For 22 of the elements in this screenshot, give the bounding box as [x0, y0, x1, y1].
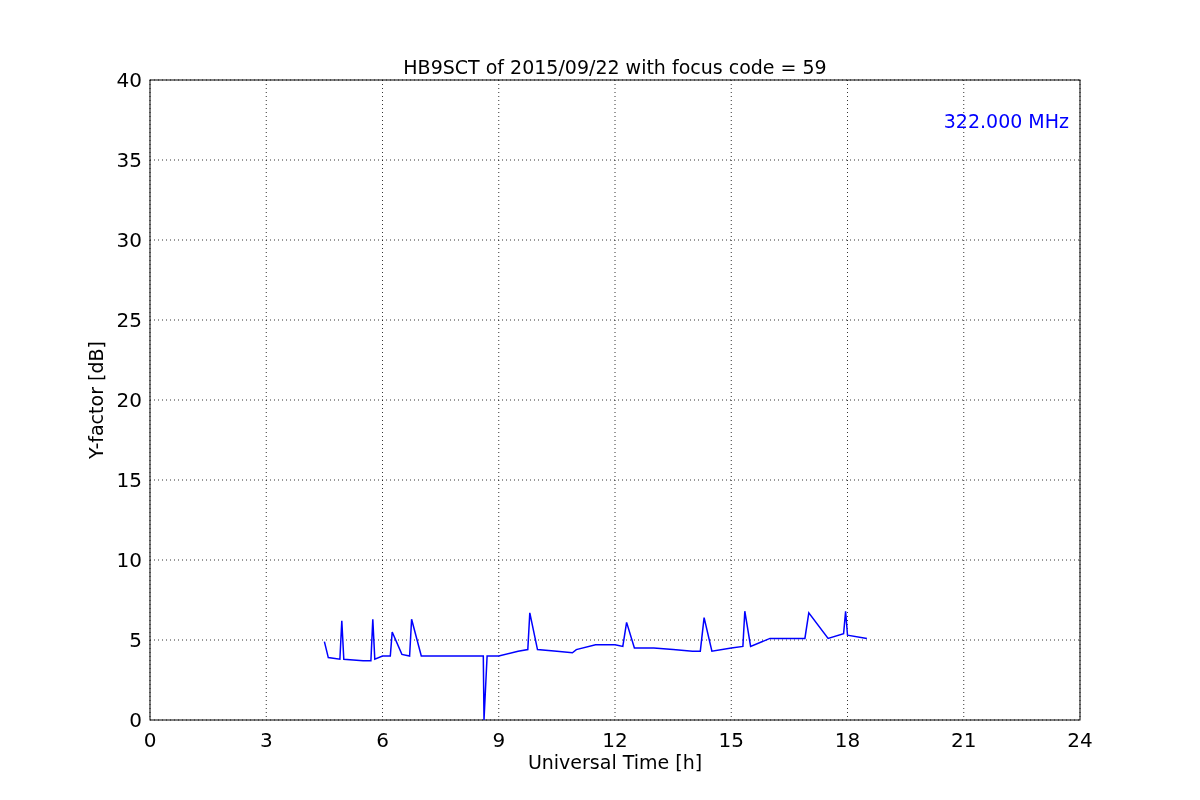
tick-label: 15 [718, 728, 744, 752]
tick-label: 9 [492, 728, 506, 752]
tick-label: 5 [129, 628, 142, 652]
chart-title: HB9SCT of 2015/09/22 with focus code = 59 [403, 56, 827, 78]
tick-label: 0 [143, 728, 157, 752]
tick-label: 10 [116, 548, 142, 572]
tick-label: 30 [116, 228, 142, 252]
tick-label: 6 [376, 728, 389, 752]
tick-label: 25 [116, 308, 142, 332]
tick-label: 40 [116, 68, 142, 92]
x-axis-label: Universal Time [h] [527, 751, 703, 773]
tick-label: 15 [116, 468, 142, 492]
tick-label: 20 [116, 388, 142, 412]
tick-label: 0 [129, 708, 142, 732]
tick-label: 35 [116, 148, 142, 172]
annotation-text: 322.000 MHz [943, 110, 1069, 132]
y-axis-label: Y-factor [dB] [85, 341, 107, 459]
tick-label: 18 [834, 728, 861, 752]
tick-label: 3 [259, 728, 273, 752]
tick-label: 24 [1067, 728, 1093, 752]
tick-label: 12 [602, 728, 628, 752]
tick-label: 21 [951, 728, 977, 752]
